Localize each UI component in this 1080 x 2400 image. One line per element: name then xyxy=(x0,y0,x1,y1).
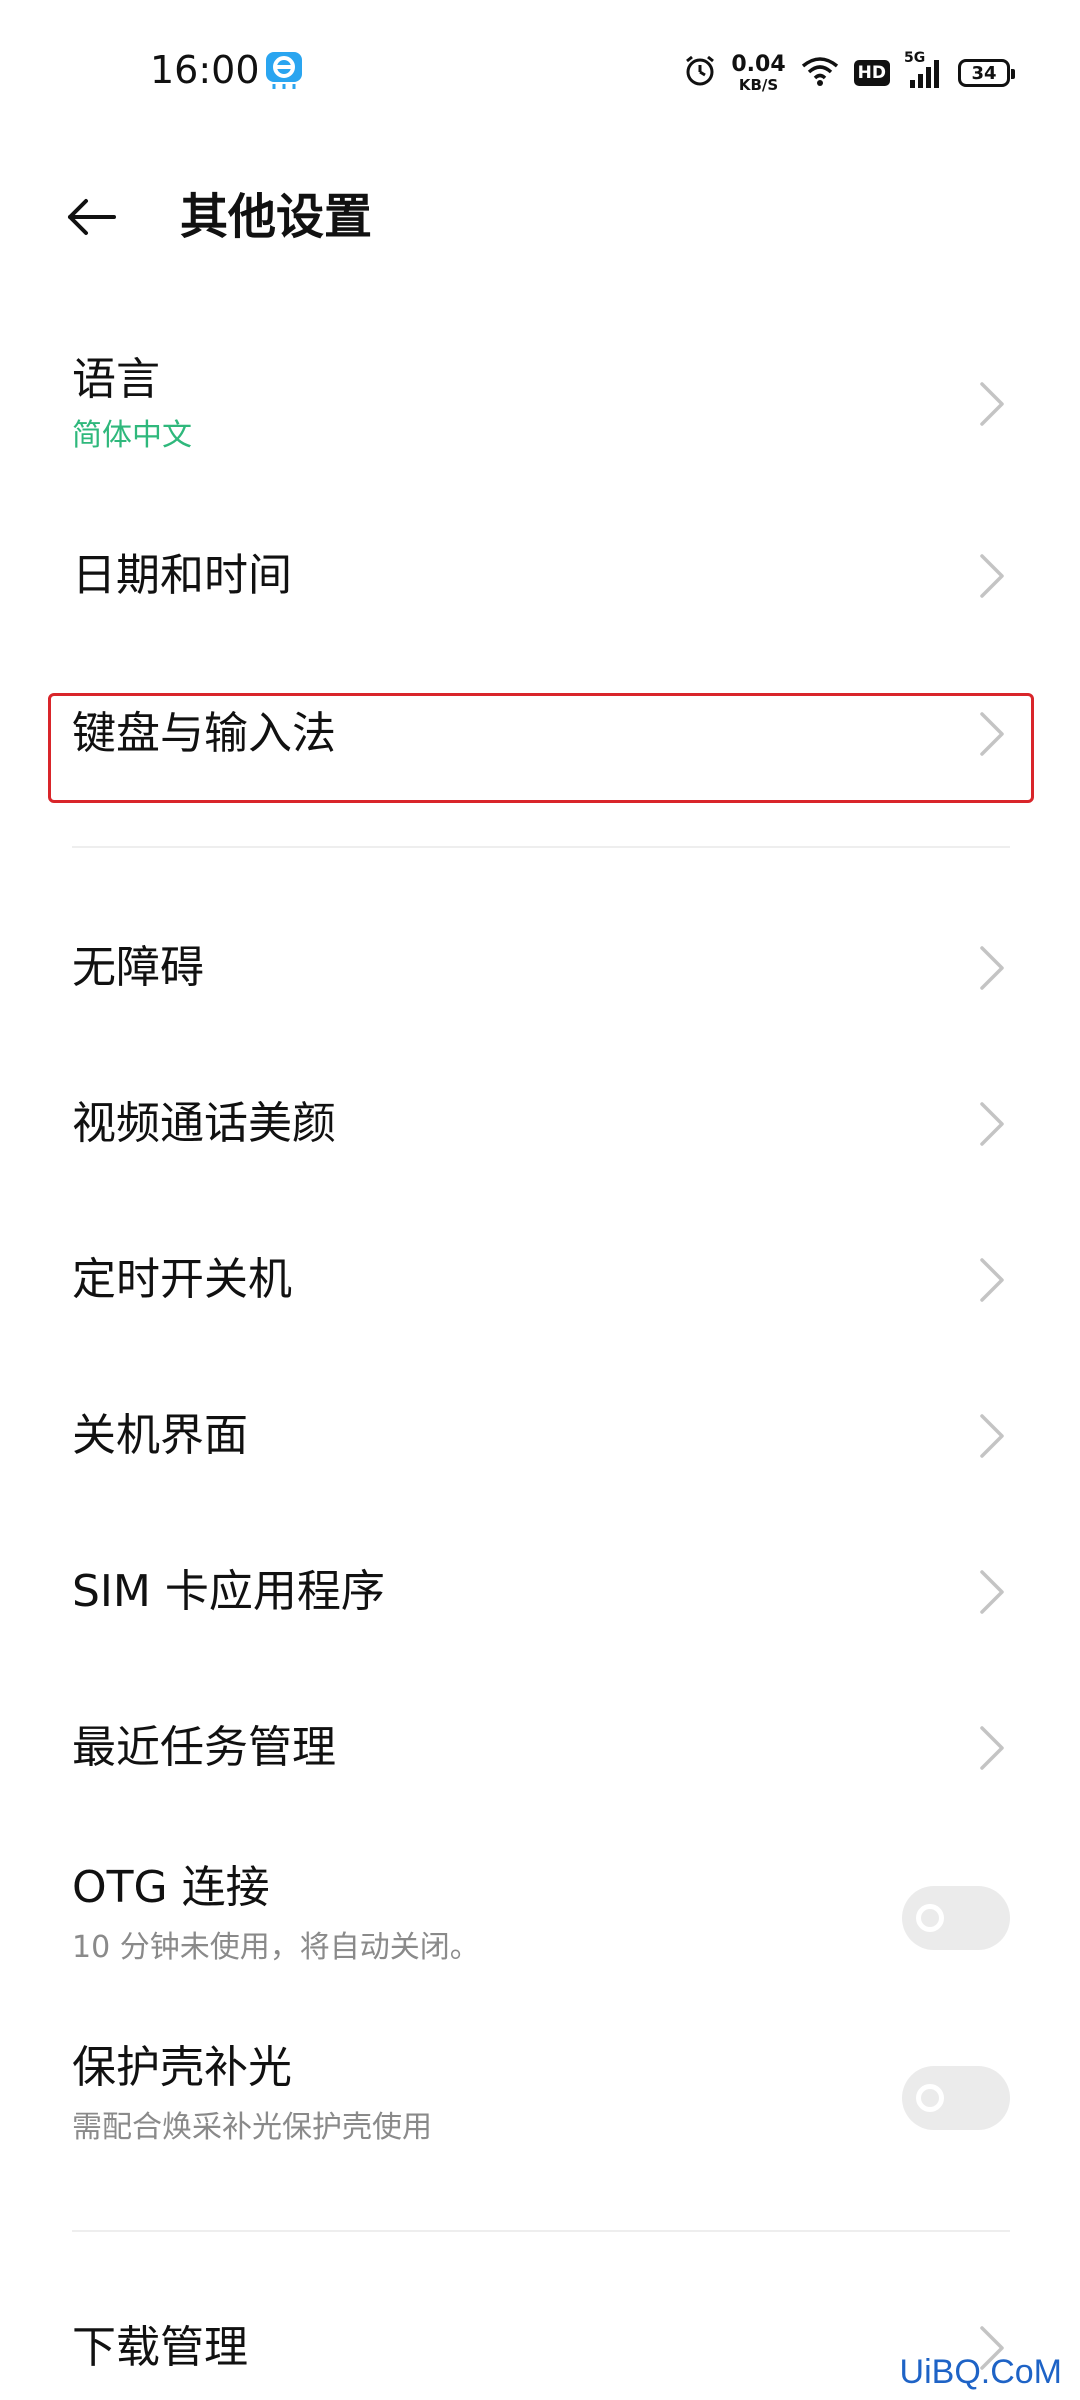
setting-keyboard-input[interactable]: 键盘与输入法 xyxy=(72,696,1010,776)
otg-toggle[interactable] xyxy=(902,1886,1010,1950)
wifi-icon xyxy=(800,54,840,92)
setting-video-beauty-label: 视频通话美颜 xyxy=(72,1098,336,1149)
setting-language[interactable]: 语言 简体中文 xyxy=(72,340,1010,470)
status-time: 16:00 xyxy=(150,48,260,92)
setting-otg-label: OTG 连接 xyxy=(72,1862,270,1913)
net-speed-unit: KB/S xyxy=(738,75,779,94)
setting-accessibility-label: 无障碍 xyxy=(72,942,204,993)
section-divider xyxy=(72,846,1010,848)
setting-video-beauty[interactable]: 视频通话美颜 xyxy=(72,1096,1010,1176)
setting-case-light: 保护壳补光 需配合焕采补光保护壳使用 xyxy=(72,2040,1010,2160)
section-divider xyxy=(72,2230,1010,2232)
setting-date-time-label: 日期和时间 xyxy=(72,550,292,601)
chevron-right-icon xyxy=(970,1096,1010,1152)
setting-otg: OTG 连接 10 分钟未使用，将自动关闭。 xyxy=(72,1860,1010,1980)
chevron-right-icon xyxy=(970,548,1010,604)
battery-icon: 34 xyxy=(958,59,1015,87)
watermark: UiBQ.CoM xyxy=(899,2353,1062,2391)
setting-sim-apps[interactable]: SIM 卡应用程序 xyxy=(72,1564,1010,1644)
arrow-left-icon xyxy=(68,199,116,235)
setting-otg-description: 10 分钟未使用，将自动关闭。 xyxy=(72,1930,480,1965)
chevron-right-icon xyxy=(970,1408,1010,1464)
setting-date-time[interactable]: 日期和时间 xyxy=(72,536,1010,616)
case-light-toggle[interactable] xyxy=(902,2066,1010,2130)
setting-keyboard-input-label: 键盘与输入法 xyxy=(72,708,336,759)
net-speed: 0.04 KB/S xyxy=(731,51,786,94)
setting-recent-tasks[interactable]: 最近任务管理 xyxy=(72,1720,1010,1800)
chevron-right-icon xyxy=(970,940,1010,996)
app-notification-icon xyxy=(264,50,304,90)
net-speed-value: 0.04 xyxy=(731,51,786,77)
setting-downloads[interactable]: 下载管理 xyxy=(72,2320,1010,2400)
status-bar: 16:00 0.04 KB/S HD 5G 34 xyxy=(0,0,1080,140)
hd-badge: HD xyxy=(853,60,890,86)
signal-icon: 5G xyxy=(904,50,944,90)
page-title: 其他设置 xyxy=(180,189,373,245)
chevron-right-icon xyxy=(970,1720,1010,1776)
setting-accessibility[interactable]: 无障碍 xyxy=(72,940,1010,1020)
chevron-right-icon xyxy=(970,1564,1010,1620)
setting-language-value: 简体中文 xyxy=(72,418,192,453)
setting-recent-tasks-label: 最近任务管理 xyxy=(72,1722,336,1773)
page-header: 其他设置 xyxy=(0,165,1080,275)
chevron-right-icon xyxy=(970,706,1010,762)
setting-case-light-label: 保护壳补光 xyxy=(72,2042,292,2093)
setting-shutdown-screen-label: 关机界面 xyxy=(72,1410,248,1461)
toggle-knob xyxy=(916,2084,944,2112)
chevron-right-icon xyxy=(970,1252,1010,1308)
battery-level: 34 xyxy=(971,62,997,84)
toggle-knob xyxy=(916,1904,944,1932)
setting-downloads-label: 下载管理 xyxy=(72,2322,248,2373)
status-icons: 0.04 KB/S HD 5G 34 xyxy=(683,48,1015,98)
setting-scheduled-power-label: 定时开关机 xyxy=(72,1254,292,1305)
setting-sim-apps-label: SIM 卡应用程序 xyxy=(72,1566,385,1617)
setting-scheduled-power[interactable]: 定时开关机 xyxy=(72,1252,1010,1332)
setting-case-light-description: 需配合焕采补光保护壳使用 xyxy=(72,2110,432,2145)
back-button[interactable] xyxy=(62,187,122,247)
alarm-icon xyxy=(683,54,717,92)
setting-shutdown-screen[interactable]: 关机界面 xyxy=(72,1408,1010,1488)
chevron-right-icon xyxy=(970,376,1010,432)
network-type-label: 5G xyxy=(904,50,926,66)
setting-language-label: 语言 xyxy=(72,354,160,405)
